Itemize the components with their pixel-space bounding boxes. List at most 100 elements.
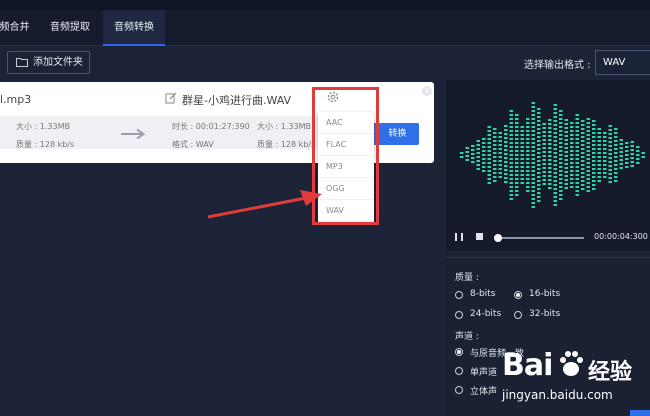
waveform-segment [586, 178, 590, 180]
waveform-segment [564, 159, 568, 161]
waveform-segment [586, 134, 590, 136]
waveform-segment [630, 149, 634, 151]
waveform-segment [509, 150, 513, 152]
radio-channel-mono[interactable] [455, 367, 463, 375]
waveform-segment [509, 126, 513, 128]
waveform [460, 102, 645, 208]
waveform-segment [520, 130, 524, 132]
waveform-segment [564, 123, 568, 125]
waveform-segment [575, 158, 579, 160]
waveform-segment [537, 156, 541, 158]
waveform-segment [564, 151, 568, 153]
waveform-segment [498, 140, 502, 142]
waveform-segment [625, 146, 629, 148]
waveform-segment [586, 130, 590, 132]
waveform-segment [614, 172, 618, 174]
waveform-segment [515, 118, 519, 120]
waveform-segment [471, 145, 475, 147]
quality-option-16bits[interactable]: 16-bits [529, 289, 560, 299]
radio-24bits[interactable] [455, 311, 463, 319]
waveform-segment [542, 159, 546, 161]
waveform-segment [608, 153, 612, 155]
progress-thumb[interactable] [494, 234, 502, 242]
waveform-segment [575, 170, 579, 172]
waveform-segment [559, 146, 563, 148]
waveform-segment [586, 118, 590, 120]
pause-icon[interactable] [455, 233, 464, 241]
waveform-segment [520, 178, 524, 180]
waveform-segment [509, 158, 513, 160]
waveform-segment [592, 136, 596, 138]
waveform-segment [520, 142, 524, 144]
tab-audio-convert[interactable]: 音频转换 [103, 10, 165, 46]
waveform-segment [537, 180, 541, 182]
waveform-segment [592, 180, 596, 182]
tab-audio-extract[interactable]: 音频提取 [40, 10, 100, 46]
waveform-segment [570, 134, 574, 136]
waveform-segment [515, 150, 519, 152]
right-arrow-icon [121, 128, 146, 140]
waveform-segment [619, 147, 623, 149]
waveform-segment [515, 182, 519, 184]
channel-option-stereo[interactable]: 立体声 [470, 384, 497, 397]
waveform-segment [476, 148, 480, 150]
radio-32bits[interactable] [514, 311, 522, 319]
waveform-segment [504, 157, 508, 159]
waveform-segment [575, 190, 579, 192]
radio-8bits[interactable] [455, 291, 463, 299]
waveform-segment [526, 138, 530, 140]
paw-icon [560, 351, 583, 376]
waveform-segment [509, 190, 513, 192]
dest-duration: 时长 : 00:01:27:390 [172, 122, 250, 131]
waveform-segment [603, 156, 607, 158]
dest-file-name[interactable]: 群星-小鸡进行曲.WAV [182, 92, 291, 108]
channel-option-mono[interactable]: 单声道 [470, 365, 497, 378]
radio-16bits[interactable] [514, 291, 522, 299]
waveform-segment [531, 142, 535, 144]
waveform-segment [608, 145, 612, 147]
add-folder-button[interactable]: 添加文件夹 [7, 51, 90, 74]
waveform-segment [537, 184, 541, 186]
stop-icon[interactable] [476, 233, 483, 240]
waveform-segment [493, 144, 497, 146]
close-icon[interactable]: × [422, 86, 432, 96]
waveform-segment [537, 144, 541, 146]
waveform-segment [465, 159, 469, 161]
waveform-segment [592, 160, 596, 162]
waveform-segment [559, 158, 563, 160]
waveform-segment [575, 154, 579, 156]
quality-option-8bits[interactable]: 8-bits [470, 289, 495, 299]
waveform-segment [559, 122, 563, 124]
quality-option-24bits[interactable]: 24-bits [470, 309, 501, 319]
waveform-segment [493, 148, 497, 150]
waveform-segment [520, 154, 524, 156]
waveform-segment [553, 164, 557, 166]
waveform-segment [597, 128, 601, 130]
waveform-segment [531, 122, 535, 124]
waveform-segment [504, 145, 508, 147]
waveform-segment [575, 182, 579, 184]
tab-audio-merge[interactable]: 频合并 [0, 10, 37, 46]
waveform-segment [487, 150, 491, 152]
output-format-select[interactable]: WAV [595, 50, 650, 75]
waveform-segment [493, 152, 497, 154]
waveform-segment [531, 202, 535, 204]
edit-icon[interactable] [165, 92, 177, 104]
waveform-segment [526, 174, 530, 176]
waveform-segment [531, 198, 535, 200]
waveform-segment [515, 138, 519, 140]
waveform-segment [542, 171, 546, 173]
waveform-segment [498, 172, 502, 174]
waveform-segment [498, 156, 502, 158]
radio-channel-stereo[interactable] [455, 386, 463, 394]
waveform-segment [548, 151, 552, 153]
waveform-segment [460, 152, 464, 154]
radio-channel-original[interactable] [455, 348, 463, 356]
waveform-segment [630, 141, 634, 143]
waveform-segment [537, 124, 541, 126]
waveform-segment [608, 129, 612, 131]
quality-option-32bits[interactable]: 32-bits [529, 309, 560, 319]
waveform-segment [504, 137, 508, 139]
waveform-segment [592, 168, 596, 170]
progress-track[interactable] [496, 237, 584, 239]
